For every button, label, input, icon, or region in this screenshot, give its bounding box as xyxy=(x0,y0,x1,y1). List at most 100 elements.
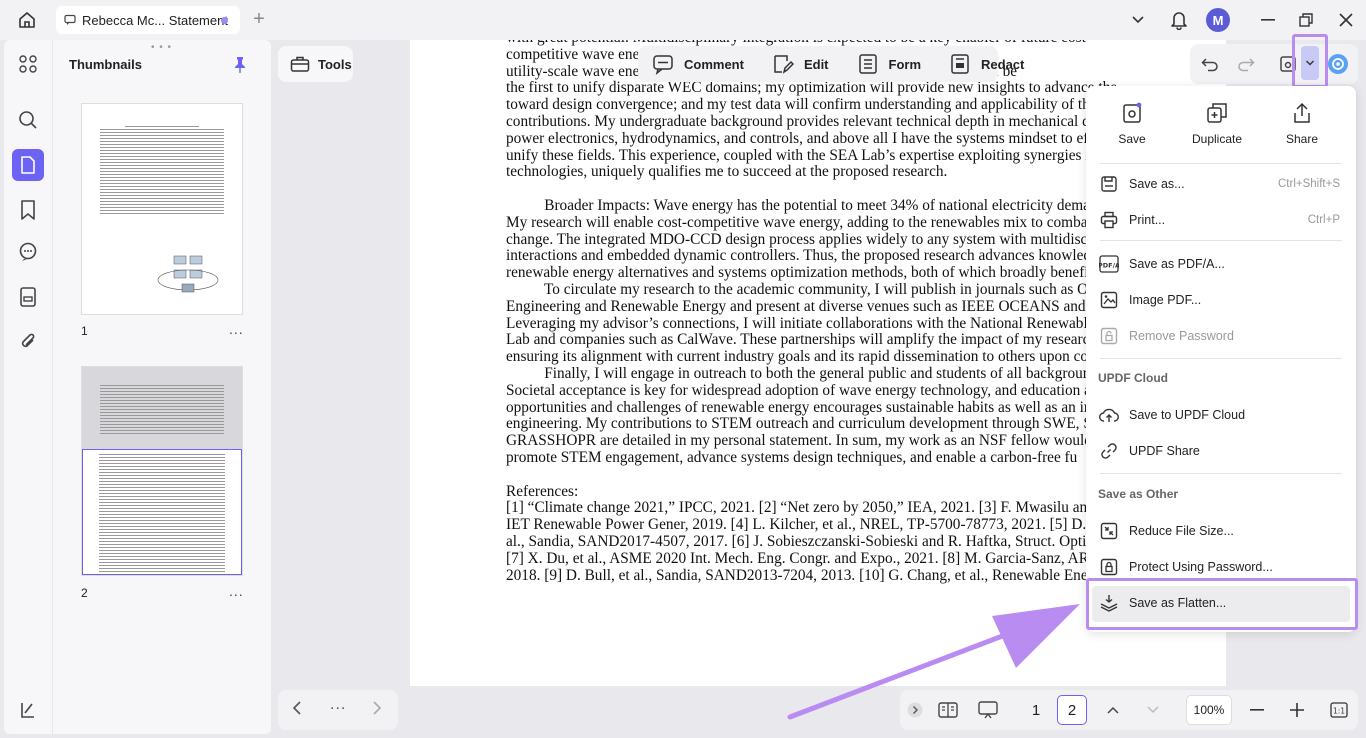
avatar[interactable]: M xyxy=(1206,8,1230,32)
share-label: Share xyxy=(1285,132,1319,146)
comments-icon[interactable] xyxy=(16,240,40,264)
page-2-button[interactable]: 2 xyxy=(1057,695,1087,725)
actual-size-icon[interactable]: 1:1 xyxy=(1328,698,1350,722)
page-number-2: 2 xyxy=(81,586,88,600)
print-shortcut: Ctrl+P xyxy=(1307,214,1340,226)
pdfa-icon: PDF/A xyxy=(1098,253,1120,275)
edit-button[interactable]: Edit xyxy=(758,46,843,82)
search-icon[interactable] xyxy=(16,108,40,132)
restore-icon[interactable] xyxy=(1294,8,1318,32)
next-arrow-icon[interactable] xyxy=(372,700,382,721)
close-icon[interactable] xyxy=(1334,8,1358,32)
apps-grid-icon[interactable] xyxy=(16,52,40,76)
page-1-more-button[interactable]: ... xyxy=(229,321,244,337)
chevron-down-icon[interactable] xyxy=(1144,698,1162,722)
menu-print[interactable]: Print... Ctrl+P xyxy=(1086,202,1356,238)
duplicate-icon xyxy=(1207,103,1227,123)
link-icon xyxy=(1098,440,1120,462)
page-2-more-button[interactable]: ... xyxy=(229,583,244,599)
share-icon xyxy=(1294,102,1310,123)
bell-icon[interactable] xyxy=(1167,8,1191,32)
ai-assistant-icon[interactable] xyxy=(1326,52,1350,76)
highlight-annotation-box xyxy=(1086,578,1358,630)
duplicate-label: Duplicate xyxy=(1191,132,1243,146)
zoom-out-icon[interactable] xyxy=(1248,698,1266,722)
chevron-up-icon[interactable] xyxy=(1104,698,1122,722)
redact-button[interactable]: Redact xyxy=(935,46,1038,82)
undo-icon[interactable] xyxy=(1198,52,1222,76)
menu-save-button[interactable]: Save xyxy=(1097,102,1167,146)
save-as-shortcut: Ctrl+Shift+S xyxy=(1278,178,1340,190)
page-thumbnail-2[interactable] xyxy=(81,366,243,576)
nav-more-button[interactable]: ... xyxy=(330,696,346,714)
form-icon xyxy=(858,54,877,74)
page-thumbnail-1[interactable] xyxy=(81,103,243,315)
title-bar: Rebecca Mc... Statement + M xyxy=(0,0,1366,40)
page-1-button[interactable]: 1 xyxy=(1021,695,1051,725)
menu-save-cloud[interactable]: Save to UPDF Cloud xyxy=(1086,397,1356,433)
tools-label: Tools xyxy=(318,56,352,72)
minimize-icon[interactable] xyxy=(1256,8,1280,32)
menu-reduce-size[interactable]: Reduce File Size... xyxy=(1086,513,1356,549)
previous-arrow-icon[interactable] xyxy=(292,700,302,721)
svg-text:1:1: 1:1 xyxy=(1333,707,1345,716)
save-pdfa-label: Save as PDF/A... xyxy=(1129,257,1225,271)
menu-divider xyxy=(1100,358,1342,359)
thumbnails-panel: • • • Thumbnails 1 ... 2 ... xyxy=(53,40,271,734)
edit-toolbar: Comment Edit Form Redact xyxy=(638,46,1024,82)
edit-icon xyxy=(774,55,794,74)
highlight-annotation-box xyxy=(1292,34,1328,88)
chevron-down-icon[interactable] xyxy=(1126,8,1150,32)
lock-icon xyxy=(1098,556,1120,578)
zoom-in-icon[interactable] xyxy=(1288,698,1306,722)
unlock-icon xyxy=(1098,325,1120,347)
form-button[interactable]: Form xyxy=(843,46,936,82)
page-number-1: 1 xyxy=(81,324,88,338)
redact-icon xyxy=(951,54,969,74)
menu-duplicate-button[interactable]: Duplicate xyxy=(1182,102,1252,146)
remove-password-label: Remove Password xyxy=(1129,329,1234,343)
view-controls-bar: 1 2 100% 1:1 xyxy=(900,690,1358,730)
document-tab[interactable]: Rebecca Mc... Statement xyxy=(56,6,240,34)
toolbox-icon xyxy=(290,56,310,72)
redo-icon[interactable] xyxy=(1234,52,1258,76)
quick-toolbar xyxy=(1190,44,1358,84)
thumbnails-title: Thumbnails xyxy=(69,57,142,72)
save-icon xyxy=(1123,102,1142,123)
updf-share-label: UPDF Share xyxy=(1129,444,1200,458)
comment-button[interactable]: Comment xyxy=(638,46,758,82)
zoom-level[interactable]: 100% xyxy=(1186,695,1232,725)
unsaved-dot-icon xyxy=(221,17,228,24)
bookmark-icon[interactable] xyxy=(16,198,40,222)
save-cloud-label: Save to UPDF Cloud xyxy=(1129,408,1246,422)
page-layout-icon[interactable] xyxy=(936,698,960,722)
presentation-icon[interactable] xyxy=(976,698,1000,722)
drag-handle[interactable]: • • • xyxy=(151,42,172,53)
menu-save-pdfa[interactable]: PDF/A Save as PDF/A... xyxy=(1086,246,1356,282)
layers-icon[interactable] xyxy=(16,698,40,722)
pin-icon[interactable] xyxy=(231,56,249,74)
collapse-chevron-icon[interactable] xyxy=(906,698,924,722)
attachment-icon[interactable] xyxy=(16,329,40,353)
menu-share-button[interactable]: Share xyxy=(1267,102,1337,146)
comment-icon xyxy=(64,14,76,25)
new-tab-plus-icon[interactable]: + xyxy=(250,9,268,29)
image-pdf-icon xyxy=(1098,289,1120,311)
menu-save-as[interactable]: Save as... Ctrl+Shift+S xyxy=(1086,166,1356,202)
menu-updf-share[interactable]: UPDF Share xyxy=(1086,433,1356,469)
home-icon[interactable] xyxy=(16,9,40,31)
thumbnails-page-icon[interactable] xyxy=(12,149,44,181)
compress-icon xyxy=(1098,520,1120,542)
page-nav-bar: ... xyxy=(278,690,398,730)
menu-remove-password[interactable]: Remove Password xyxy=(1086,318,1356,354)
menu-divider xyxy=(1100,473,1342,474)
svg-text:PDF/A: PDF/A xyxy=(1099,262,1119,270)
menu-top-actions: Save Duplicate Share xyxy=(1086,86,1356,162)
tools-button[interactable]: Tools xyxy=(278,46,353,82)
menu-divider xyxy=(1100,240,1342,241)
form-fields-icon[interactable] xyxy=(16,285,40,309)
save-as-label: Save as... xyxy=(1129,177,1185,191)
image-pdf-label: Image PDF... xyxy=(1129,293,1202,307)
redact-label: Redact xyxy=(981,56,1025,72)
menu-image-pdf[interactable]: Image PDF... xyxy=(1086,282,1356,318)
